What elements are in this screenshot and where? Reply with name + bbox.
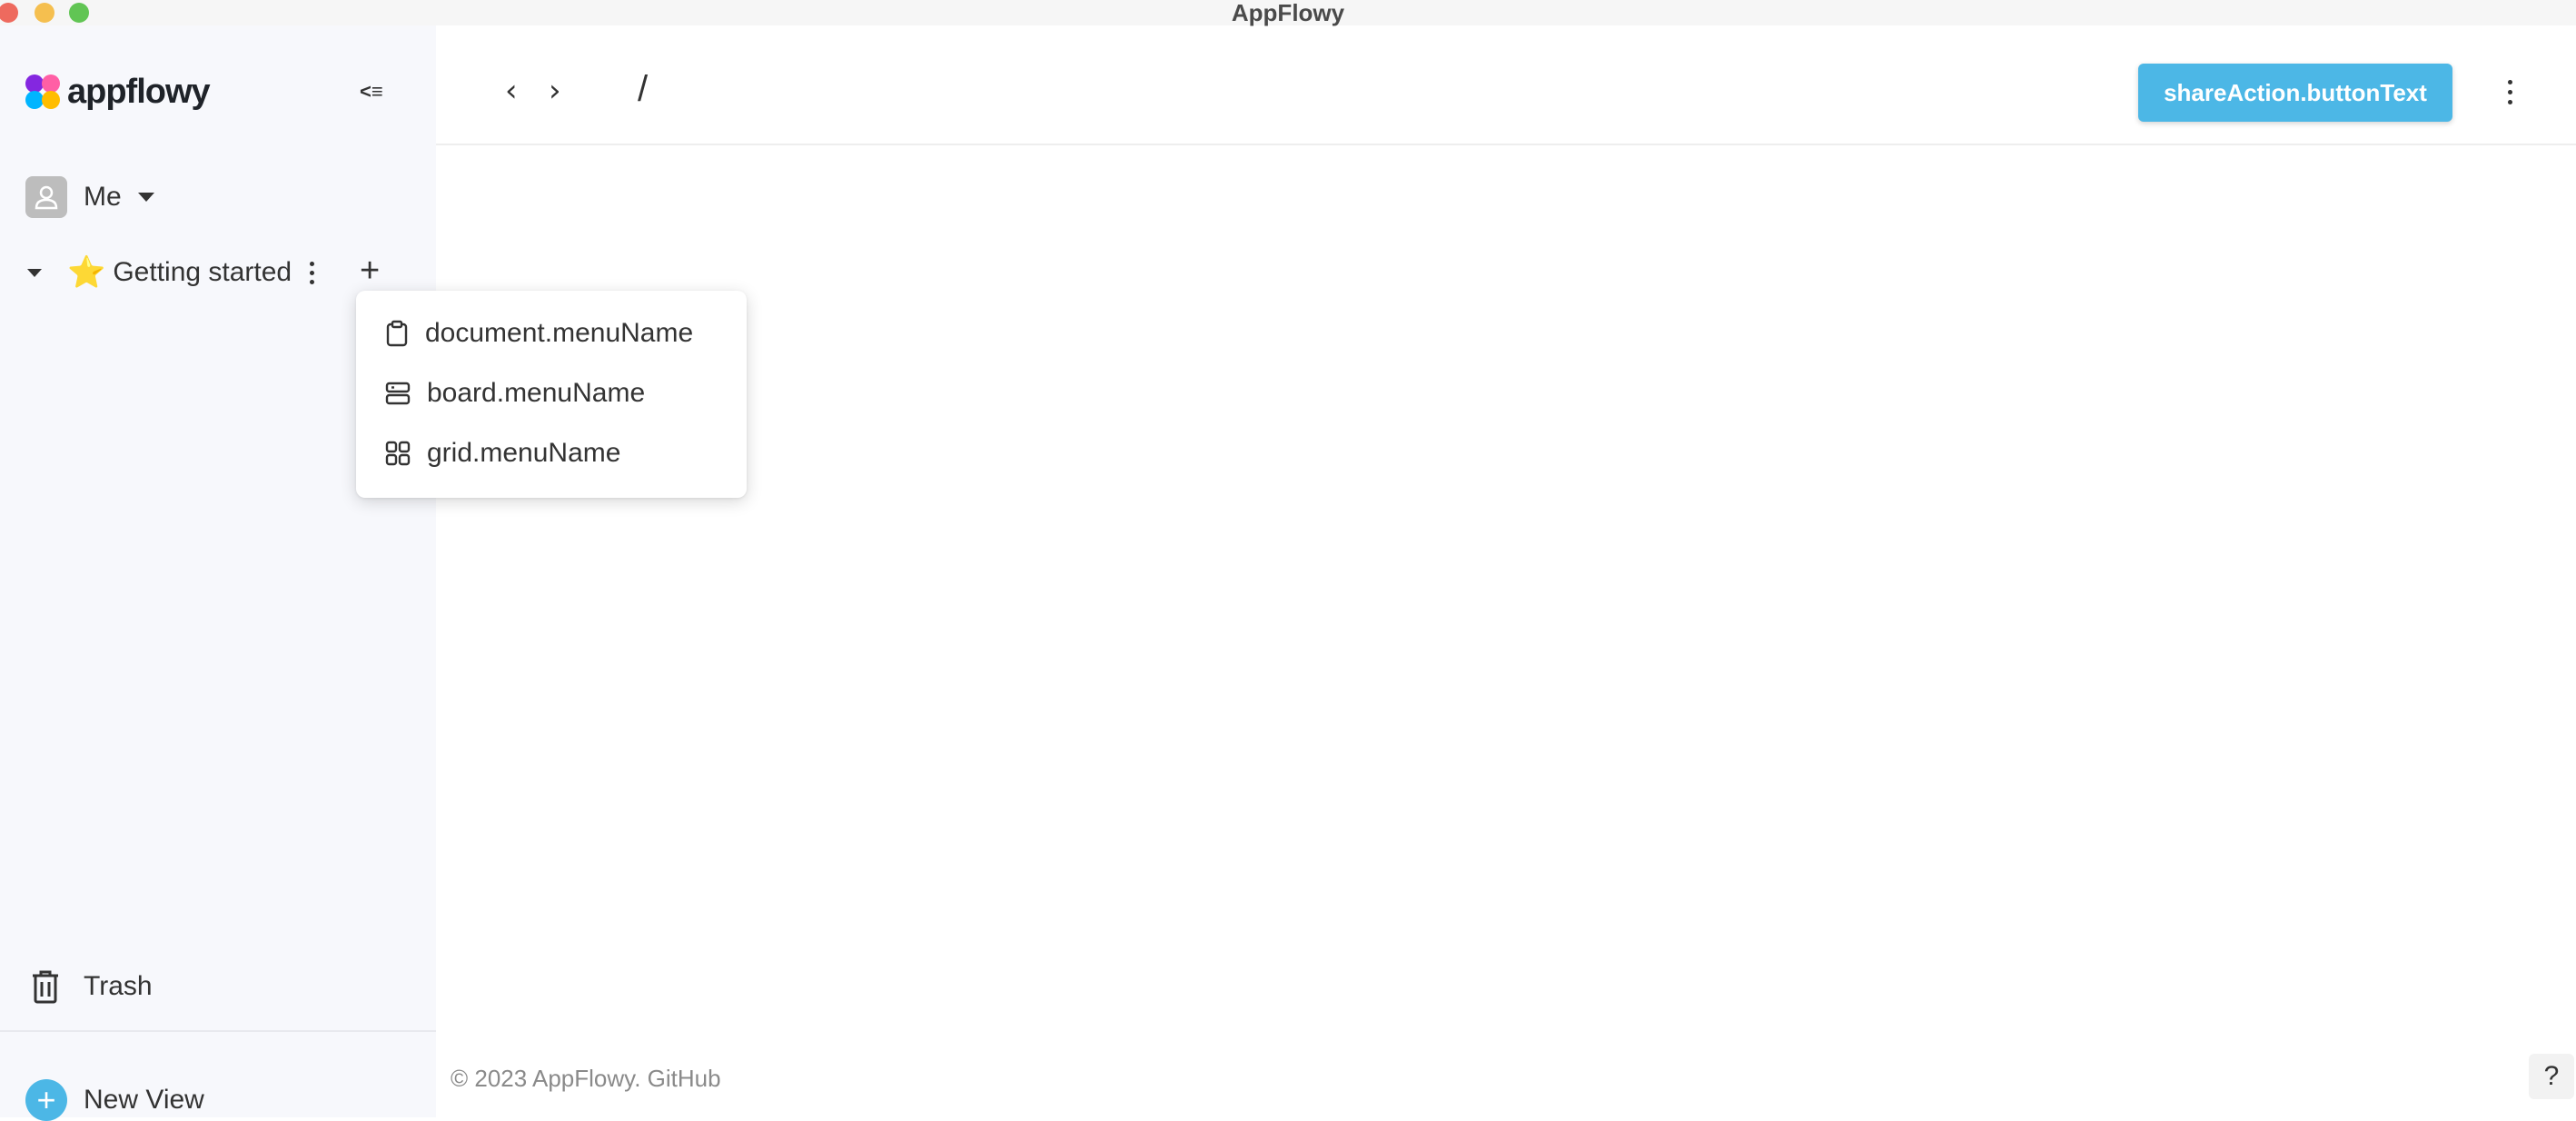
app-logo: appflowy	[25, 73, 211, 112]
trash-label: Trash	[84, 971, 153, 1001]
workspace-name: Getting started	[113, 257, 292, 287]
share-button[interactable]: shareAction.buttonText	[2138, 64, 2452, 122]
new-view-button[interactable]: + New View	[25, 1079, 204, 1121]
window-title-bar: AppFlowy	[0, 0, 2576, 25]
workspace-more-icon[interactable]	[305, 254, 318, 291]
trash-icon	[33, 970, 58, 1004]
more-options-icon[interactable]	[2503, 78, 2516, 105]
expand-caret-icon[interactable]	[27, 268, 42, 277]
add-view-popup-menu: document.menuName board.menuName grid.me…	[356, 291, 747, 498]
avatar	[25, 176, 67, 218]
grid-icon	[385, 441, 411, 466]
workspace-add-icon[interactable]: +	[360, 253, 380, 289]
caret-down-icon	[137, 193, 154, 202]
workspace-item[interactable]: ⭐ Getting started	[27, 254, 292, 291]
header-divider	[436, 144, 2576, 145]
new-view-label: New View	[84, 1085, 204, 1115]
user-name: Me	[84, 182, 122, 212]
person-icon	[35, 185, 58, 210]
menu-item-document[interactable]: document.menuName	[385, 311, 693, 356]
user-menu[interactable]: Me	[25, 176, 154, 218]
menu-item-grid[interactable]: grid.menuName	[385, 431, 620, 476]
logo-text: appflowy	[67, 73, 211, 111]
menu-item-label: document.menuName	[425, 318, 694, 348]
menu-item-board[interactable]: board.menuName	[385, 371, 645, 416]
menu-item-label: grid.menuName	[427, 438, 621, 468]
sidebar: appflowy <≡ Me ⭐ Getting started + Trash…	[0, 25, 436, 1121]
sidebar-divider	[0, 1030, 436, 1032]
help-button[interactable]: ?	[2529, 1054, 2574, 1099]
document-icon	[386, 320, 408, 347]
copyright-text: © 2023 AppFlowy. GitHub	[451, 1065, 721, 1092]
window-title: AppFlowy	[1231, 0, 1345, 26]
collapse-sidebar-icon[interactable]: <≡	[360, 80, 383, 104]
forward-arrow-icon[interactable]: ›	[549, 73, 561, 109]
menu-item-label: board.menuName	[427, 378, 646, 408]
back-arrow-icon[interactable]: ‹	[505, 73, 518, 109]
breadcrumb: /	[638, 69, 649, 109]
board-icon	[385, 382, 411, 405]
workspace-emoji: ⭐	[67, 255, 106, 290]
trash-button[interactable]: Trash	[29, 968, 153, 1005]
appflowy-logo-icon	[25, 74, 62, 111]
plus-circle-icon: +	[25, 1079, 67, 1121]
